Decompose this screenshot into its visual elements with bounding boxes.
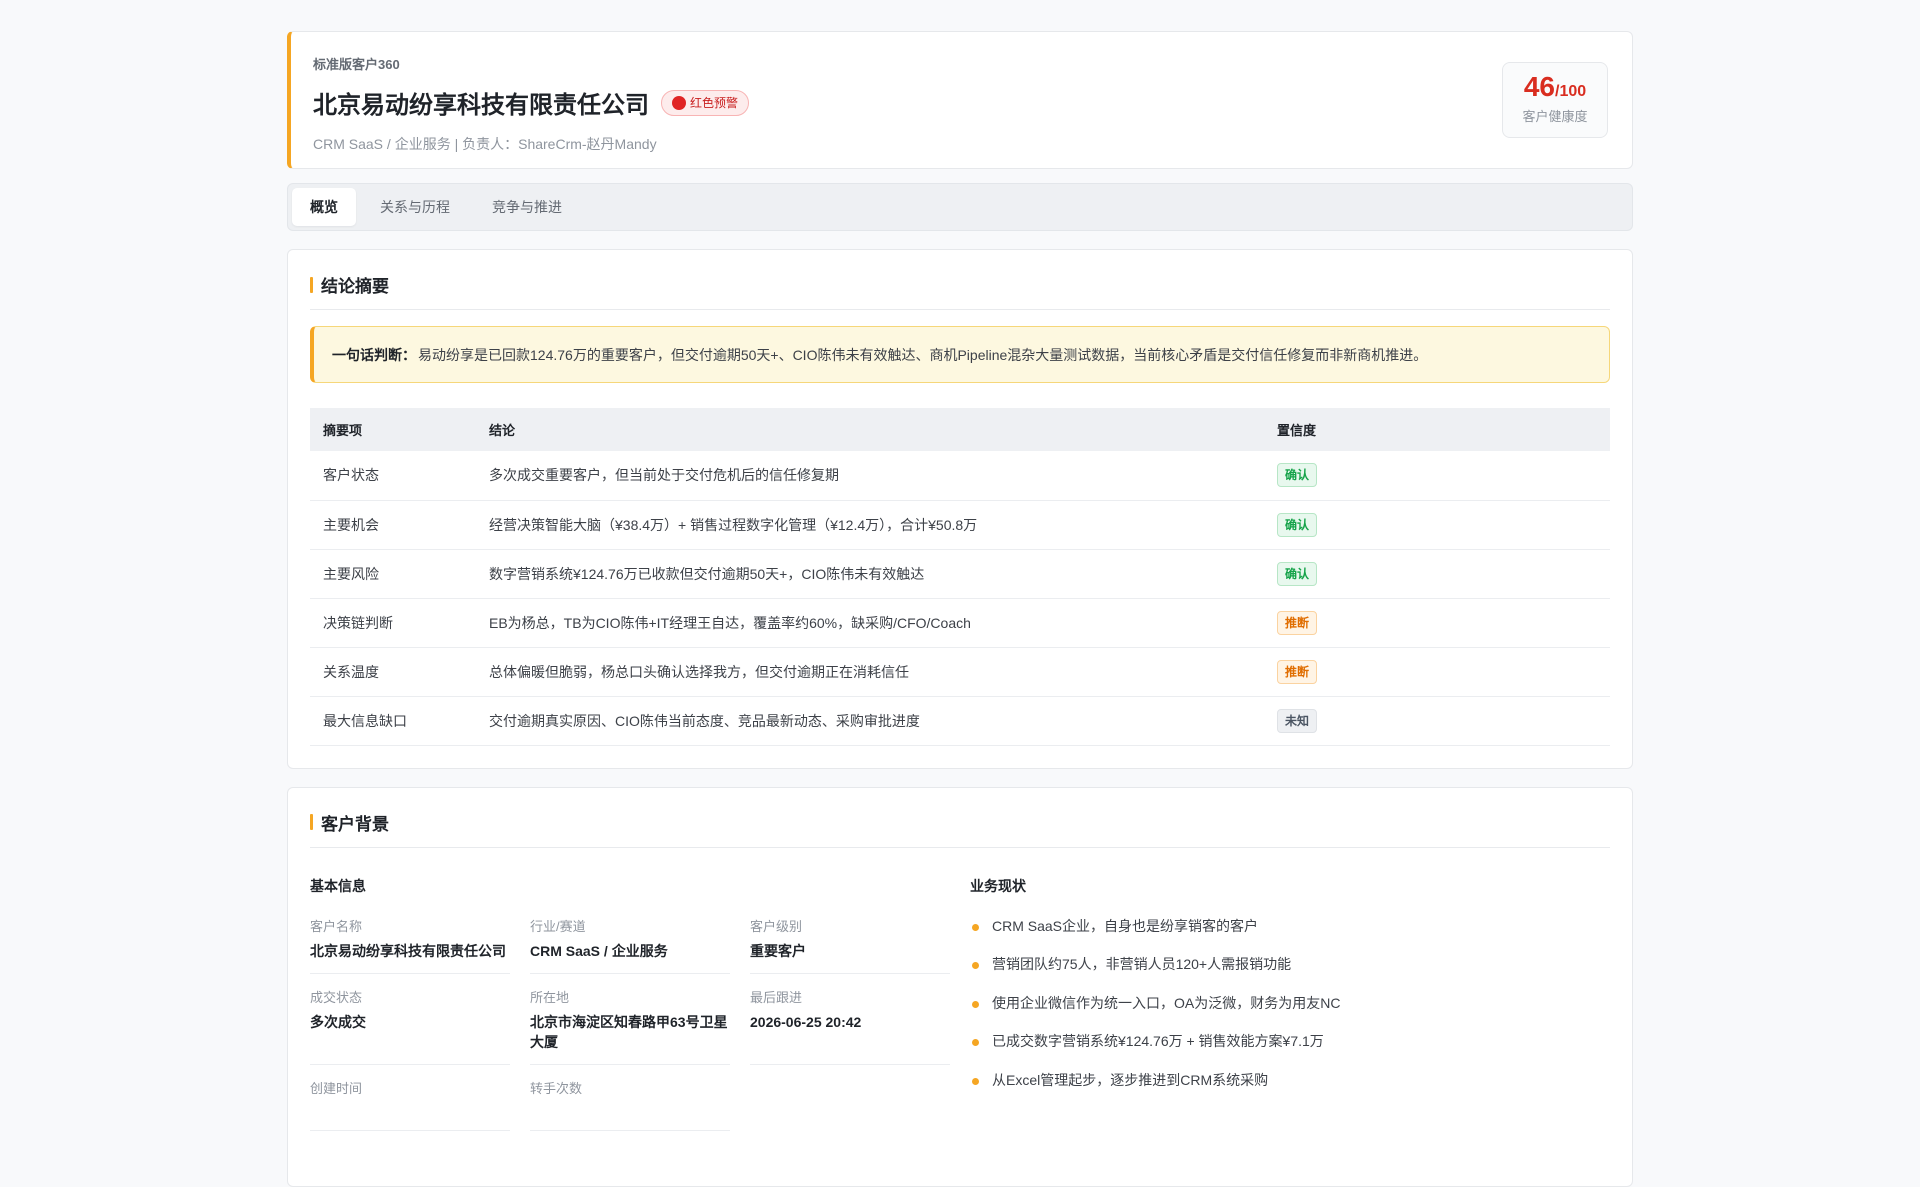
row-item: 主要机会 bbox=[310, 500, 476, 550]
list-item: 营销团队约75人，非营销人员120+人需报销功能 bbox=[970, 954, 1610, 993]
field-label: 最后跟进 bbox=[750, 989, 803, 1005]
confidence-badge: 推断 bbox=[1277, 610, 1318, 635]
info-field: 转手次数 bbox=[530, 1078, 730, 1131]
verdict-callout: 一句话判断： 易动纷享是已回款124.76万的重要客户，但交付逾期50天+、CI… bbox=[310, 326, 1610, 383]
summary-table-header: 摘要项 结论 置信度 bbox=[310, 408, 1610, 451]
info-field: 所在地 北京市海淀区知春路甲63号卫星大厦 bbox=[530, 987, 730, 1065]
business-status-panel: 业务现状 CRM SaaS企业，自身也是纷享销客的客户 营销团队约75人，非营销… bbox=[970, 876, 1610, 1144]
tab-bar: 概览 关系与历程 竞争与推进 bbox=[287, 183, 1633, 231]
info-field: 成交状态 多次成交 bbox=[310, 987, 510, 1065]
basic-info-grid: 客户名称 北京易动纷享科技有限责任公司 行业/赛道 CRM SaaS / 企业服… bbox=[310, 916, 950, 1144]
list-item: CRM SaaS企业，自身也是纷享销客的客户 bbox=[970, 916, 1610, 955]
info-field: 最后跟进 2026-06-25 20:42 bbox=[750, 987, 950, 1065]
field-value: 2026-06-25 20:42 bbox=[750, 1013, 862, 1030]
table-row: 主要机会 经营决策智能大脑（¥38.4万）+ 销售过程数字化管理（¥12.4万）… bbox=[310, 500, 1610, 550]
list-item: 从Excel管理起步，逐步推进到CRM系统采购 bbox=[970, 1070, 1610, 1109]
col-header-conclusion: 结论 bbox=[476, 408, 1264, 451]
row-item: 决策链判断 bbox=[310, 598, 476, 648]
red-dot-icon bbox=[672, 95, 686, 110]
row-conclusion: 多次成交重要客户，但当前处于交付危机后的信任修复期 bbox=[476, 451, 1264, 501]
tab-competition-progress[interactable]: 竞争与推进 bbox=[474, 188, 580, 226]
customer-meta: CRM SaaS / 企业服务 | 负责人：ShareCrm-赵丹Mandy bbox=[313, 136, 657, 152]
row-conclusion: 经营决策智能大脑（¥38.4万）+ 销售过程数字化管理（¥12.4万），合计¥5… bbox=[476, 500, 1264, 550]
confidence-badge: 未知 bbox=[1277, 708, 1318, 733]
tab-relationship-history[interactable]: 关系与历程 bbox=[362, 188, 468, 226]
business-status-title: 业务现状 bbox=[970, 877, 1026, 894]
field-label: 创建时间 bbox=[310, 1080, 363, 1096]
row-conclusion: 交付逾期真实原因、CIO陈伟当前态度、竞品最新动态、采购审批进度 bbox=[476, 696, 1264, 746]
table-row: 主要风险 数字营销系统¥124.76万已收款但交付逾期50天+，CIO陈伟未有效… bbox=[310, 549, 1610, 599]
summary-title-text: 结论摘要 bbox=[321, 277, 389, 296]
business-status-list: CRM SaaS企业，自身也是纷享销客的客户 营销团队约75人，非营销人员120… bbox=[970, 916, 1610, 1109]
customer-360-page: 标准版客户360 北京易动纷享科技有限责任公司 红色预警 CRM SaaS / … bbox=[287, 31, 1633, 1187]
health-score: 46 bbox=[1523, 71, 1555, 102]
summary-section-title: 结论摘要 bbox=[310, 250, 1610, 310]
field-label: 行业/赛道 bbox=[530, 918, 586, 934]
company-title: 北京易动纷享科技有限责任公司 bbox=[313, 92, 649, 119]
health-score-box: 46/100 客户健康度 bbox=[1502, 62, 1608, 138]
row-conclusion: 总体偏暖但脆弱，杨总口头确认选择我方，但交付逾期正在消耗信任 bbox=[476, 647, 1264, 697]
col-header-item: 摘要项 bbox=[310, 408, 476, 451]
field-value: 多次成交 bbox=[310, 1013, 366, 1030]
info-field: 客户名称 北京易动纷享科技有限责任公司 bbox=[310, 916, 510, 974]
section-accent-bar bbox=[310, 276, 313, 293]
field-label: 所在地 bbox=[530, 989, 570, 1005]
customer-header-card: 标准版客户360 北京易动纷享科技有限责任公司 红色预警 CRM SaaS / … bbox=[287, 31, 1633, 169]
row-item: 最大信息缺口 bbox=[310, 696, 476, 746]
table-row: 关系温度 总体偏暖但脆弱，杨总口头确认选择我方，但交付逾期正在消耗信任 推断 bbox=[310, 647, 1610, 697]
field-label: 转手次数 bbox=[530, 1080, 583, 1096]
field-label: 客户级别 bbox=[750, 918, 803, 934]
tab-overview[interactable]: 概览 bbox=[292, 188, 356, 226]
red-alert-badge: 红色预警 bbox=[661, 89, 750, 116]
table-row: 最大信息缺口 交付逾期真实原因、CIO陈伟当前态度、竞品最新动态、采购审批进度 … bbox=[310, 696, 1610, 746]
confidence-badge: 推断 bbox=[1277, 659, 1318, 684]
alert-label: 红色预警 bbox=[690, 96, 739, 110]
row-conclusion: EB为杨总，TB为CIO陈伟+IT经理王自达，覆盖率约60%，缺采购/CFO/C… bbox=[476, 598, 1264, 648]
background-grid: 基本信息 客户名称 北京易动纷享科技有限责任公司 行业/赛道 CRM SaaS … bbox=[310, 876, 1610, 1144]
background-section-title: 客户背景 bbox=[310, 788, 1610, 848]
confidence-badge: 确认 bbox=[1277, 561, 1318, 586]
confidence-badge: 确认 bbox=[1277, 463, 1318, 488]
basic-info-panel: 基本信息 客户名称 北京易动纷享科技有限责任公司 行业/赛道 CRM SaaS … bbox=[310, 876, 950, 1144]
page-eyebrow: 标准版客户360 bbox=[313, 57, 400, 72]
field-value: 重要客户 bbox=[750, 942, 806, 959]
row-item: 关系温度 bbox=[310, 647, 476, 697]
health-score-max: /100 bbox=[1555, 83, 1587, 100]
row-item: 客户状态 bbox=[310, 451, 476, 501]
info-field: 客户级别 重要客户 bbox=[750, 916, 950, 974]
table-row: 决策链判断 EB为杨总，TB为CIO陈伟+IT经理王自达，覆盖率约60%，缺采购… bbox=[310, 598, 1610, 648]
table-row: 客户状态 多次成交重要客户，但当前处于交付危机后的信任修复期 确认 bbox=[310, 451, 1610, 501]
row-conclusion: 数字营销系统¥124.76万已收款但交付逾期50天+，CIO陈伟未有效触达 bbox=[476, 549, 1264, 599]
summary-card: 结论摘要 一句话判断： 易动纷享是已回款124.76万的重要客户，但交付逾期50… bbox=[287, 249, 1633, 769]
field-value: CRM SaaS / 企业服务 bbox=[530, 942, 668, 959]
list-item: 已成交数字营销系统¥124.76万 + 销售效能方案¥7.1万 bbox=[970, 1031, 1610, 1070]
field-label: 客户名称 bbox=[310, 918, 363, 934]
list-item: 使用企业微信作为统一入口，OA为泛微，财务为用友NC bbox=[970, 993, 1610, 1032]
field-label: 成交状态 bbox=[310, 989, 363, 1005]
background-title-text: 客户背景 bbox=[321, 814, 389, 834]
basic-info-title: 基本信息 bbox=[310, 877, 366, 894]
verdict-label: 一句话判断： bbox=[332, 346, 416, 363]
info-field: 行业/赛道 CRM SaaS / 企业服务 bbox=[530, 916, 730, 974]
summary-table: 摘要项 结论 置信度 客户状态 多次成交重要客户，但当前处于交付危机后的信任修复… bbox=[310, 408, 1610, 746]
title-row: 北京易动纷享科技有限责任公司 红色预警 bbox=[313, 85, 1632, 120]
background-card: 客户背景 基本信息 客户名称 北京易动纷享科技有限责任公司 行业/赛道 CRM … bbox=[287, 786, 1633, 1187]
col-header-confidence: 置信度 bbox=[1264, 408, 1610, 451]
confidence-badge: 确认 bbox=[1277, 512, 1318, 537]
field-value: 北京易动纷享科技有限责任公司 bbox=[310, 942, 506, 959]
verdict-text: 易动纷享是已回款124.76万的重要客户，但交付逾期50天+、CIO陈伟未有效触… bbox=[418, 346, 1428, 363]
section-accent-bar bbox=[310, 814, 313, 830]
row-item: 主要风险 bbox=[310, 549, 476, 599]
info-field: 创建时间 bbox=[310, 1078, 510, 1131]
health-score-label: 客户健康度 bbox=[1522, 109, 1588, 124]
field-value: 北京市海淀区知春路甲63号卫星大厦 bbox=[530, 1013, 728, 1050]
